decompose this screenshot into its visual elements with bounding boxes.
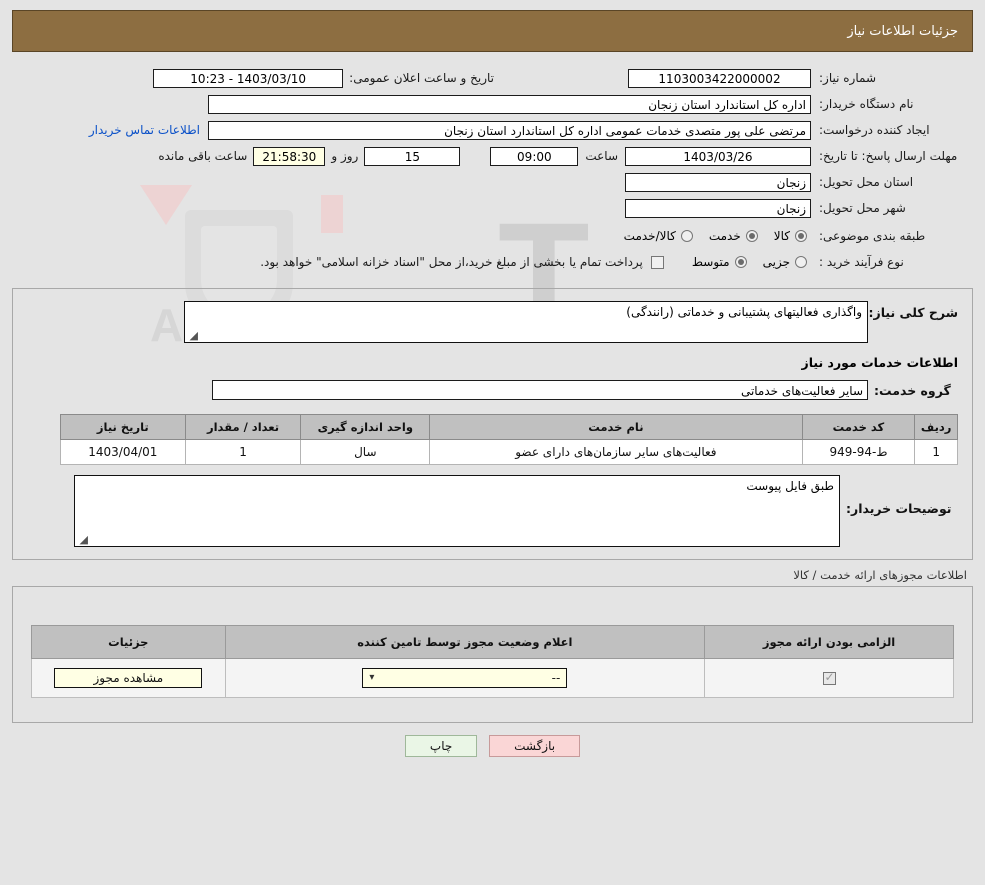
- permits-section-title: اطلاعات مجوزهای ارائه خدمت / کالا: [793, 568, 967, 582]
- cell-quantity: 1: [184, 439, 302, 465]
- islamic-treasury-text: پرداخت تمام یا بخشی از مبلغ خرید،از محل …: [260, 255, 643, 269]
- resize-grip-icon[interactable]: ◢: [188, 330, 198, 341]
- permits-table-header-row: الزامی بودن ارائه مجوز اعلام وضعیت مجوز …: [31, 625, 954, 659]
- row-process-type: نوع فرآیند خرید : جزیی متوسط پرداخت تمام…: [24, 250, 961, 274]
- deadline-time-label: ساعت: [585, 149, 618, 163]
- deadline-label: مهلت ارسال پاسخ: تا تاریخ:: [819, 149, 958, 163]
- page-title: جزئیات اطلاعات نیاز: [847, 23, 958, 39]
- cell-permit-details: مشاهده مجوز: [31, 658, 226, 698]
- need-number-label: شماره نیاز:: [819, 71, 876, 85]
- th-service-name: نام خدمت: [429, 414, 803, 440]
- radio-process-medium-label: متوسط: [691, 255, 730, 269]
- permit-status-select[interactable]: ▾ --: [362, 668, 568, 688]
- city-value: زنجان: [625, 198, 811, 218]
- buyer-notes-label: توضیحات خریدار:: [846, 501, 952, 516]
- page-header: جزئیات اطلاعات نیاز: [12, 10, 973, 52]
- row-buyer-notes: توضیحات خریدار: طبق فایل پیوست ◢: [27, 475, 958, 547]
- process-label: نوع فرآیند خرید :: [819, 255, 904, 269]
- radio-category-goods-service[interactable]: [680, 230, 693, 242]
- row-category: طبقه بندی موضوعی: کالا خدمت کالا/خدمت: [24, 224, 961, 248]
- cell-row-index: 1: [914, 439, 958, 465]
- row-creator: ایجاد کننده درخواست: مرتضی علی پور متصدی…: [24, 118, 961, 142]
- th-permit-details: جزئیات: [31, 625, 226, 659]
- cell-permit-status: ▾ --: [224, 658, 706, 698]
- resize-grip-icon[interactable]: ◢: [78, 534, 88, 545]
- checkbox-permit-required: [822, 670, 836, 685]
- remaining-days-label: روز و: [331, 149, 359, 163]
- services-table: ردیف کد خدمت نام خدمت واحد اندازه گیری ت…: [60, 414, 958, 465]
- services-heading: اطلاعات خدمات مورد نیاز: [801, 355, 959, 370]
- need-description-value: واگذاری فعالیتهای پشتیبانی و خدماتی (ران…: [626, 305, 862, 319]
- service-group-value: سایر فعالیت‌های خدماتی: [212, 380, 868, 400]
- creator-label: ایجاد کننده درخواست:: [819, 123, 930, 137]
- th-permit-required: الزامی بودن ارائه مجوز: [704, 625, 954, 659]
- service-group-label: گروه خدمت:: [874, 382, 951, 398]
- cell-service-name: فعالیت‌های سایر سازمان‌های دارای عضو: [429, 439, 803, 465]
- row-service-group: گروه خدمت: سایر فعالیت‌های خدماتی: [27, 380, 958, 400]
- row-province: استان محل تحویل: زنجان: [24, 170, 961, 194]
- row-buyer-org: نام دستگاه خریدار: اداره کل استاندارد اس…: [24, 92, 961, 116]
- radio-process-minor[interactable]: [795, 256, 807, 268]
- remaining-hours-label: ساعت باقی مانده: [158, 149, 248, 163]
- permits-panel: الزامی بودن ارائه مجوز اعلام وضعیت مجوز …: [12, 586, 973, 723]
- province-label: استان محل تحویل:: [819, 175, 914, 189]
- print-button[interactable]: چاپ: [404, 735, 478, 757]
- back-button[interactable]: بازگشت: [489, 735, 581, 757]
- radio-process-medium[interactable]: [734, 256, 747, 268]
- view-permit-button[interactable]: مشاهده مجوز: [54, 668, 203, 688]
- countdown-timer: 21:58:30: [253, 146, 326, 166]
- city-label: شهر محل تحویل:: [819, 201, 906, 215]
- category-label: طبقه بندی موضوعی:: [819, 229, 926, 243]
- th-unit: واحد اندازه گیری: [300, 414, 431, 440]
- need-description-textarea[interactable]: واگذاری فعالیتهای پشتیبانی و خدماتی (ران…: [184, 301, 868, 343]
- th-service-code: کد خدمت: [801, 414, 916, 440]
- table-row: ▾ -- مشاهده مجوز: [31, 658, 954, 698]
- buyer-notes-textarea[interactable]: طبق فایل پیوست ◢: [74, 475, 840, 547]
- need-description-label: شرح کلی نیاز:: [868, 305, 958, 320]
- row-deadline: مهلت ارسال پاسخ: تا تاریخ: 1403/03/26 سا…: [24, 144, 961, 168]
- th-quantity: تعداد / مقدار: [184, 414, 302, 440]
- radio-category-service[interactable]: [745, 230, 758, 242]
- buyer-org-label: نام دستگاه خریدار:: [819, 97, 914, 111]
- th-need-date: تاریخ نیاز: [60, 414, 186, 440]
- services-table-header-row: ردیف کد خدمت نام خدمت واحد اندازه گیری ت…: [60, 414, 958, 440]
- radio-process-minor-label: جزیی: [762, 255, 790, 269]
- th-row-index: ردیف: [914, 414, 958, 440]
- creator-value: مرتضی علی پور متصدی خدمات عمومی اداره کل…: [208, 120, 811, 140]
- footer-actions: بازگشت چاپ: [0, 735, 985, 757]
- cell-permit-required: [704, 658, 954, 698]
- radio-category-goods-label: کالا: [773, 229, 790, 243]
- radio-category-service-label: خدمت: [708, 229, 741, 243]
- buyer-notes-value: طبق فایل پیوست: [746, 479, 834, 493]
- remaining-days-value: 15: [364, 146, 461, 166]
- row-need-number: شماره نیاز: 1103003422000002 تاریخ و ساع…: [24, 66, 961, 90]
- row-city: شهر محل تحویل: زنجان: [24, 196, 961, 220]
- th-permit-status: اعلام وضعیت مجوز توسط تامین کننده: [224, 625, 706, 659]
- deadline-time-value: 09:00: [490, 146, 579, 166]
- cell-need-date: 1403/04/01: [60, 439, 186, 465]
- radio-category-goods-service-label: کالا/خدمت: [623, 229, 676, 243]
- radio-category-goods[interactable]: [795, 230, 807, 242]
- announce-value: 1403/03/10 - 10:23: [153, 68, 344, 88]
- cell-unit: سال: [300, 439, 431, 465]
- buyer-contact-link[interactable]: اطلاعات تماس خریدار: [89, 123, 200, 137]
- permits-table: الزامی بودن ارائه مجوز اعلام وضعیت مجوز …: [31, 625, 954, 698]
- permit-status-value: --: [551, 671, 561, 685]
- cell-service-code: ط-94-949: [801, 439, 916, 465]
- chevron-down-icon: ▾: [369, 672, 375, 683]
- province-value: زنجان: [625, 172, 811, 192]
- deadline-date-value: 1403/03/26: [625, 146, 811, 166]
- checkbox-islamic-treasury[interactable]: [650, 255, 664, 269]
- need-number-value: 1103003422000002: [628, 68, 811, 88]
- details-panel: شرح کلی نیاز: واگذاری فعالیتهای پشتیبانی…: [12, 288, 973, 560]
- announce-label: تاریخ و ساعت اعلان عمومی:: [349, 71, 494, 85]
- summary-panel: شماره نیاز: 1103003422000002 تاریخ و ساع…: [12, 58, 973, 282]
- table-row: 1 ط-94-949 فعالیت‌های سایر سازمان‌های دا…: [60, 439, 958, 465]
- buyer-org-value: اداره کل استاندارد استان زنجان: [208, 94, 811, 114]
- row-need-description: شرح کلی نیاز: واگذاری فعالیتهای پشتیبانی…: [27, 301, 958, 343]
